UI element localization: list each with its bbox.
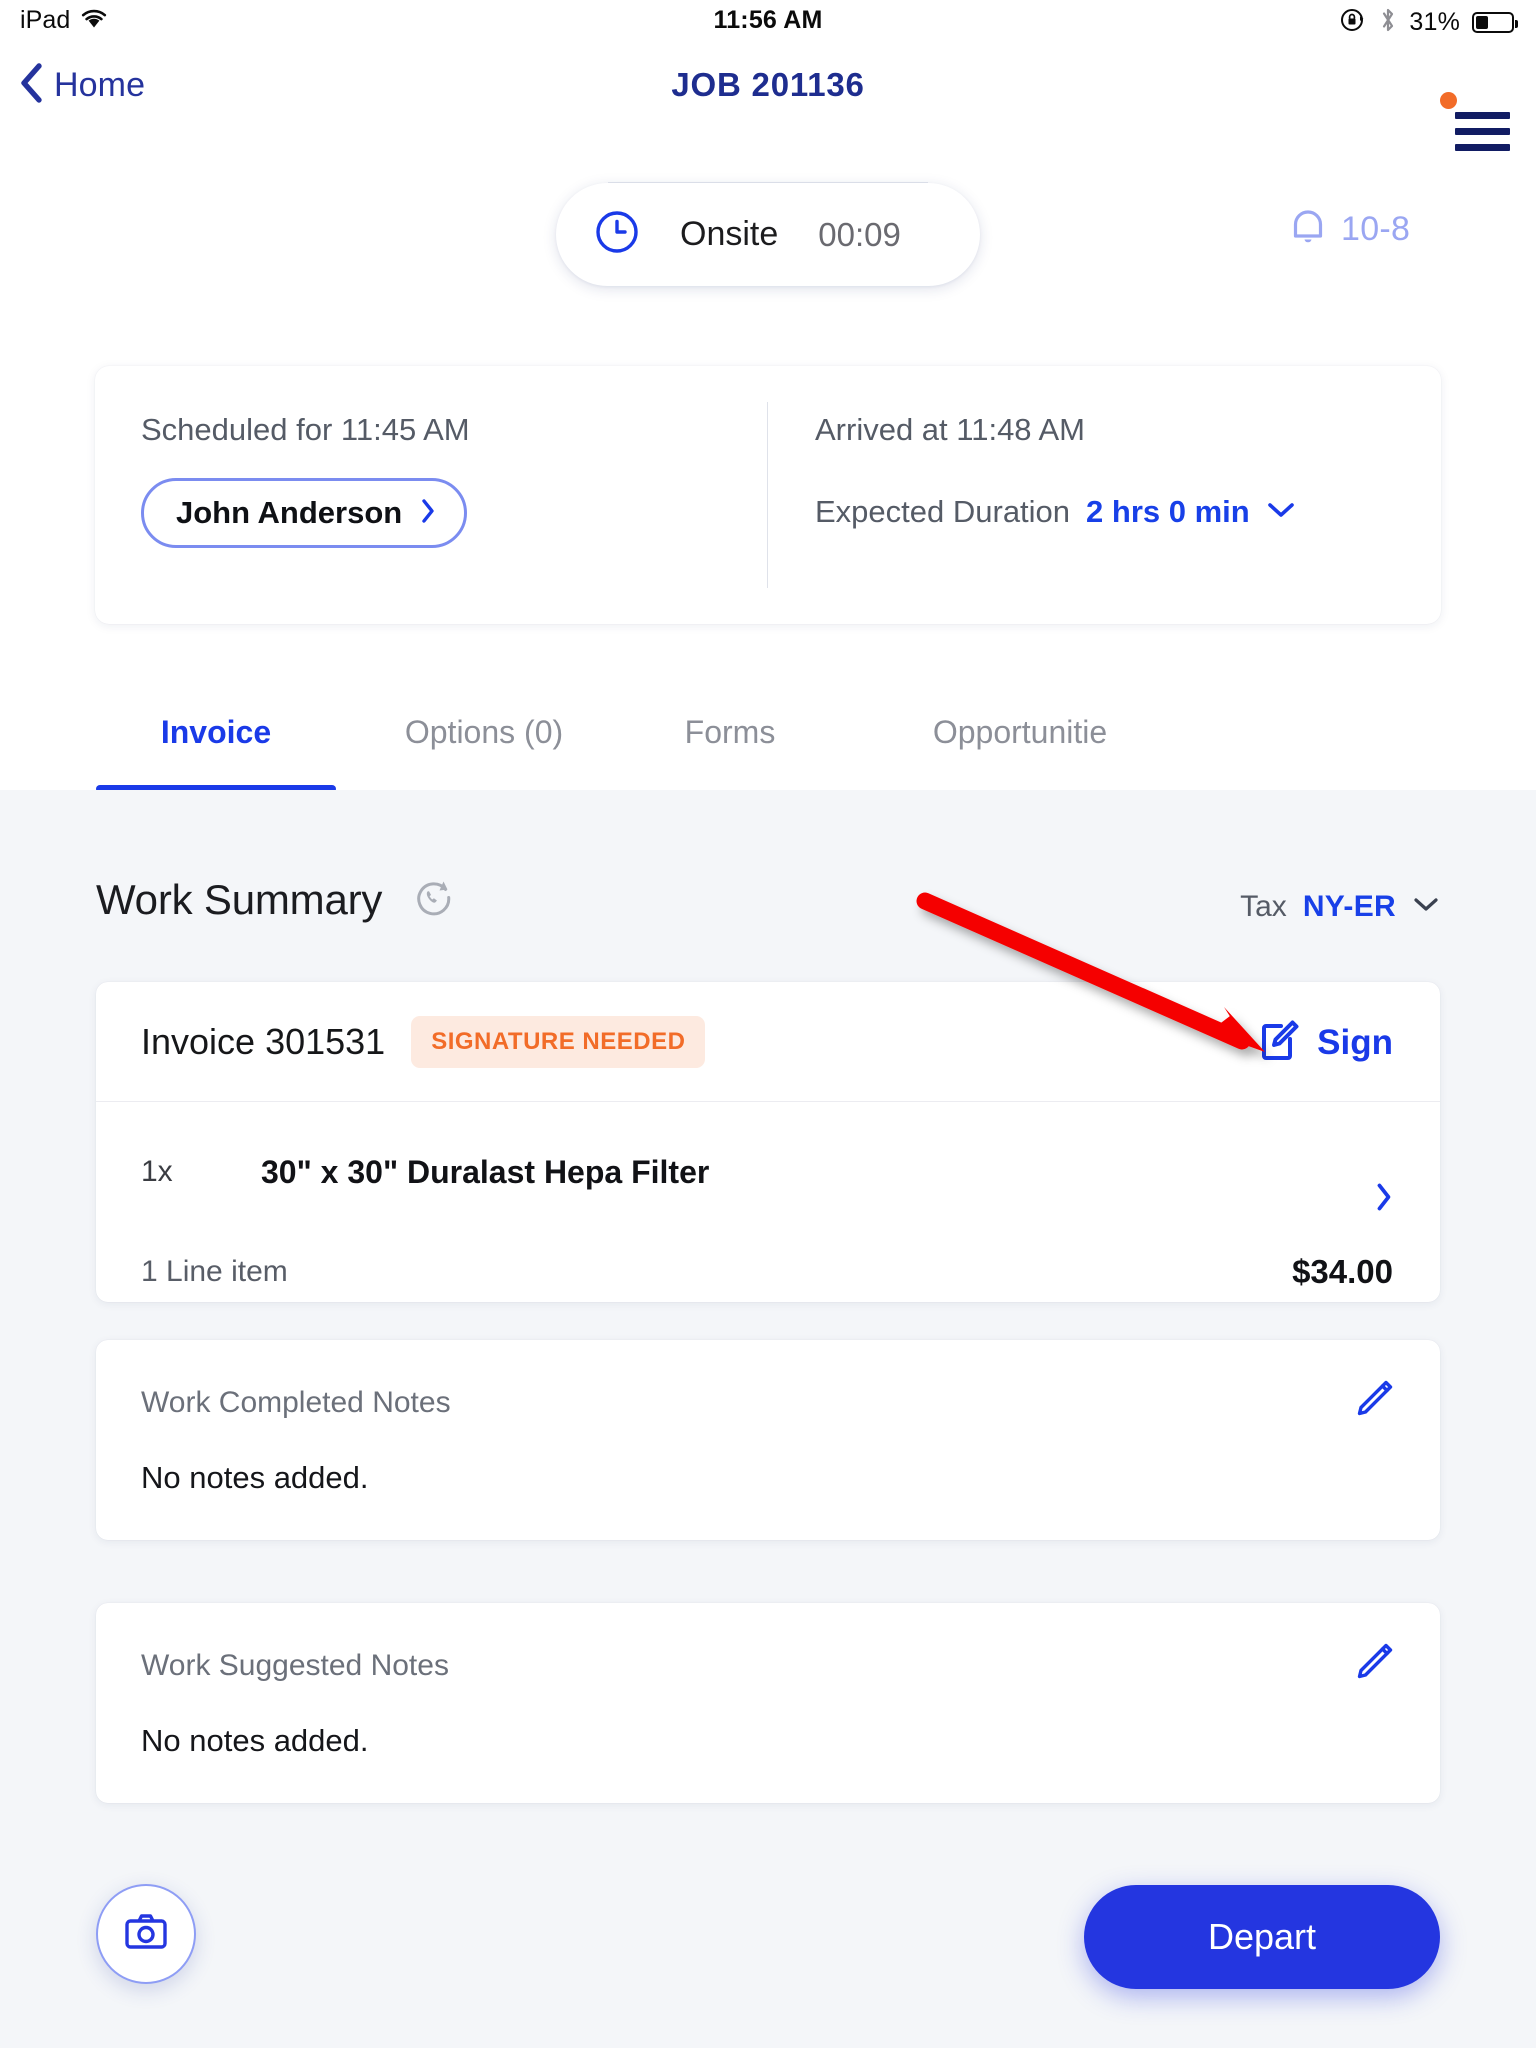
battery-percentage-label: 31% bbox=[1409, 8, 1460, 36]
onsite-status-pill[interactable]: Onsite 00:09 bbox=[556, 183, 980, 286]
tax-label: Tax bbox=[1240, 890, 1287, 923]
document-edit-icon bbox=[1257, 1018, 1301, 1067]
sign-button-label: Sign bbox=[1317, 1022, 1393, 1062]
app-nav-bar: Home JOB 201136 bbox=[0, 46, 1536, 151]
status-bar-right: 31% bbox=[1339, 6, 1518, 39]
ipad-job-detail-screen: iPad 11:56 AM 31% Home JOB 201136 Onsite… bbox=[0, 0, 1536, 2048]
tax-selector[interactable]: Tax NY-ER bbox=[1240, 890, 1440, 924]
technician-chip-button[interactable]: John Anderson bbox=[141, 478, 468, 548]
notes-section-label: Work Suggested Notes bbox=[141, 1649, 449, 1682]
battery-icon bbox=[1472, 12, 1518, 33]
depart-button[interactable]: Depart bbox=[1084, 1885, 1440, 1989]
work-summary-title: Work Summary bbox=[96, 876, 383, 923]
notes-section-body: No notes added. bbox=[141, 1723, 369, 1758]
work-completed-notes-card: Work Completed Notes No notes added. bbox=[96, 1340, 1440, 1540]
notifications-count-label: 10-8 bbox=[1341, 210, 1411, 248]
invoice-number-label: Invoice 301531 bbox=[141, 1020, 386, 1062]
chevron-right-icon bbox=[420, 498, 436, 529]
work-suggested-notes-card: Work Suggested Notes No notes added. bbox=[96, 1603, 1440, 1803]
expected-duration-value[interactable]: 2 hrs 0 min bbox=[1086, 494, 1250, 530]
depart-button-label: Depart bbox=[1207, 1916, 1317, 1957]
page-title: JOB 201136 bbox=[671, 66, 865, 103]
tab-invoice[interactable]: Invoice bbox=[96, 690, 336, 751]
ios-status-bar: iPad 11:56 AM 31% bbox=[0, 0, 1536, 46]
call-history-icon[interactable] bbox=[412, 877, 454, 924]
bluetooth-icon bbox=[1379, 6, 1397, 39]
hamburger-menu-button[interactable] bbox=[1438, 92, 1510, 156]
invoice-total-amount: $34.00 bbox=[1292, 1253, 1393, 1290]
rotation-lock-icon bbox=[1339, 6, 1367, 39]
notes-section-body: No notes added. bbox=[141, 1460, 369, 1495]
menu-notification-dot bbox=[1440, 92, 1457, 109]
notes-section-label: Work Completed Notes bbox=[141, 1386, 451, 1419]
arrived-time-label: Arrived at 11:48 AM bbox=[815, 412, 1085, 447]
notifications-button[interactable]: 10-8 bbox=[1287, 205, 1410, 254]
scheduled-section: Scheduled for 11:45 AM John Anderson bbox=[141, 412, 470, 548]
onsite-status-label: Onsite bbox=[680, 215, 779, 253]
bell-icon bbox=[1287, 205, 1329, 254]
tab-forms[interactable]: Forms bbox=[630, 690, 830, 751]
expected-duration-label: Expected Duration bbox=[815, 494, 1071, 529]
technician-name-label: John Anderson bbox=[176, 495, 403, 530]
hamburger-menu-icon bbox=[1455, 112, 1510, 119]
tab-options[interactable]: Options (0) bbox=[350, 690, 618, 751]
line-item-count-label: 1 Line item bbox=[141, 1255, 288, 1288]
expected-duration-row: Expected Duration 2 hrs 0 min bbox=[815, 494, 1296, 530]
chevron-down-icon[interactable] bbox=[1266, 500, 1296, 525]
camera-button[interactable] bbox=[96, 1884, 196, 1984]
tax-value: NY-ER bbox=[1302, 890, 1396, 923]
sign-button[interactable]: Sign bbox=[1257, 1018, 1393, 1067]
status-badge: SIGNATURE NEEDED bbox=[411, 1015, 706, 1068]
arrival-section: Arrived at 11:48 AM Expected Duration 2 … bbox=[815, 412, 1296, 530]
invoice-header-row: Invoice 301531 SIGNATURE NEEDED Sign bbox=[96, 982, 1440, 1102]
onsite-elapsed-time: 00:09 bbox=[818, 215, 901, 253]
invoice-footer-row: 1 Line item $34.00 bbox=[96, 1242, 1440, 1302]
work-summary-header: Work Summary bbox=[96, 876, 454, 924]
pencil-icon[interactable] bbox=[1353, 1641, 1395, 1688]
camera-icon bbox=[122, 1911, 170, 1958]
chevron-right-icon[interactable] bbox=[1375, 1182, 1393, 1217]
invoice-card: Invoice 301531 SIGNATURE NEEDED Sign 1x … bbox=[96, 982, 1440, 1302]
tab-opportunities[interactable]: Opportunitie bbox=[850, 690, 1190, 751]
card-vertical-divider bbox=[767, 402, 768, 588]
invoice-line-item-row[interactable]: 1x 30" x 30" Duralast Hepa Filter bbox=[96, 1102, 1440, 1242]
tab-bar: Invoice Options (0) Forms Opportunitie bbox=[0, 690, 1536, 790]
job-info-card: Scheduled for 11:45 AM John Anderson Arr… bbox=[95, 366, 1441, 624]
chevron-down-icon bbox=[1412, 896, 1440, 919]
scheduled-time-label: Scheduled for 11:45 AM bbox=[141, 412, 470, 447]
line-item-quantity: 1x bbox=[141, 1155, 173, 1188]
status-bar-clock: 11:56 AM bbox=[713, 6, 823, 34]
clock-icon bbox=[594, 209, 640, 260]
pencil-icon[interactable] bbox=[1353, 1378, 1395, 1425]
line-item-name: 30" x 30" Duralast Hepa Filter bbox=[261, 1153, 710, 1190]
